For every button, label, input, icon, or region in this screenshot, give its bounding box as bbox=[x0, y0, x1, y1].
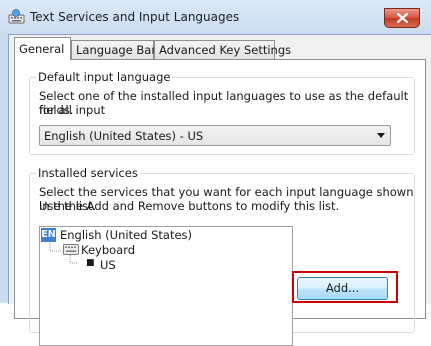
title-bar[interactable]: Text Services and Input Languages bbox=[0, 0, 431, 34]
installed-services-tree[interactable]: EN English (United States) Keyboard ■ US bbox=[39, 226, 293, 346]
default-language-value: English (United States) - US bbox=[44, 129, 204, 143]
installed-services-group-title: Installed services bbox=[36, 166, 140, 180]
close-button[interactable] bbox=[384, 8, 420, 28]
tab-general[interactable]: General bbox=[14, 37, 71, 60]
keyboard-icon bbox=[63, 244, 79, 255]
chevron-down-icon bbox=[377, 133, 385, 138]
window-title: Text Services and Input Languages bbox=[30, 10, 240, 24]
default-language-group-title: Default input language bbox=[36, 70, 173, 84]
tab-advanced-key-settings-label: Advanced Key Settings bbox=[159, 43, 292, 57]
highlight-box bbox=[292, 271, 398, 303]
close-icon bbox=[397, 13, 408, 23]
dialog-window: Text Services and Input Languages Genera… bbox=[0, 0, 431, 346]
language-code-badge: EN bbox=[41, 228, 56, 242]
tree-item-language[interactable]: English (United States) bbox=[60, 228, 192, 242]
bullet-icon: ■ bbox=[86, 258, 95, 268]
tab-general-label: General bbox=[19, 42, 65, 56]
default-language-dropdown[interactable]: English (United States) - US bbox=[39, 125, 391, 146]
default-language-description-line1: Select one of the installed input langua… bbox=[39, 89, 409, 117]
tree-item-keyboard[interactable]: Keyboard bbox=[81, 243, 135, 257]
dialog-client-area: General Language Bar Advanced Key Settin… bbox=[8, 34, 431, 346]
installed-services-description-line2: Use the Add and Remove buttons to modify… bbox=[39, 199, 340, 213]
tree-item-layout[interactable]: US bbox=[100, 258, 116, 272]
tab-language-bar-label: Language Bar bbox=[76, 43, 157, 57]
tab-advanced-key-settings[interactable]: Advanced Key Settings bbox=[154, 40, 291, 59]
tab-language-bar[interactable]: Language Bar bbox=[71, 40, 157, 59]
installed-services-group: Installed services Select the services t… bbox=[29, 166, 415, 346]
keyboard-globe-icon bbox=[8, 9, 25, 24]
default-language-group: Default input language Select one of the… bbox=[29, 70, 415, 155]
default-language-description-line2: fields. bbox=[39, 103, 74, 117]
